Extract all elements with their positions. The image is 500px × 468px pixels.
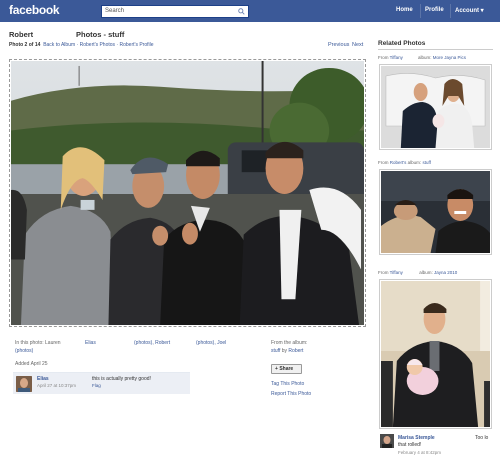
tag-photos: (photos) (15, 348, 33, 354)
related-source-user[interactable]: Tiffany (390, 270, 403, 275)
comment-time: February 4 at 8:42pm (398, 450, 442, 455)
related-source-user[interactable]: Tiffany (390, 55, 403, 60)
main-photo[interactable] (11, 61, 364, 325)
comment-author[interactable]: Elias (37, 376, 49, 382)
album-owner-link[interactable]: Robert (288, 348, 303, 354)
tag-elias: Elias (85, 340, 96, 346)
in-this-photo: In this photo: Lauren (15, 340, 61, 346)
top-navigation-bar: facebook Search Home Profile Account ▾ (0, 0, 500, 22)
related-source: From Tiffany album: Jayna 2010 (378, 270, 458, 275)
report-photo-row: Report This Photo (271, 391, 311, 397)
related-photos-title: Related Photos (378, 40, 426, 47)
owner-profile-link[interactable]: Robert's Profile (119, 42, 153, 48)
divider (378, 49, 493, 50)
photo-count: Photo 2 of 14 (9, 42, 41, 48)
related-photo-image (381, 171, 490, 253)
nav-divider (450, 4, 451, 18)
nav-account[interactable]: Account ▾ (455, 7, 484, 14)
avatar[interactable] (16, 376, 32, 392)
related-source: From Robert's album: stuff (378, 160, 431, 165)
added-date: Added April 25 (15, 361, 48, 367)
tagged-person-link[interactable]: (photos), Joel (196, 340, 226, 346)
facebook-logo[interactable]: facebook (9, 3, 60, 17)
related-source: From Tiffany album: More Jayna Pics (378, 55, 466, 60)
next-link[interactable]: Next (352, 42, 363, 48)
album-link[interactable]: stuff (271, 348, 280, 354)
page-title: Photos - stuff (76, 30, 125, 39)
search-placeholder: Search (105, 8, 125, 14)
comment-time: April 27 at 10:37pm (37, 383, 77, 388)
group-photo-image (11, 61, 364, 325)
share-button[interactable]: + Share (271, 364, 302, 374)
tag-robert: (photos), Robert (134, 340, 170, 346)
from-album-label: From the album: (271, 340, 308, 346)
in-photo-label[interactable]: In this photo: Lauren (15, 340, 61, 346)
nav-profile[interactable]: Profile (425, 7, 444, 13)
main-photo-frame (9, 59, 366, 327)
tagged-photos-link[interactable]: (photos) (15, 348, 33, 354)
tagged-person-link[interactable]: (photos), Robert (134, 340, 170, 346)
related-photo-image (381, 66, 490, 148)
nav-divider (420, 4, 421, 18)
flag-link[interactable]: Flag (92, 383, 101, 388)
related-photo-image (381, 281, 490, 427)
related-photo[interactable] (379, 169, 492, 255)
related-album-link[interactable]: More Jayna Pics (433, 55, 466, 60)
tagged-person-link[interactable]: Elias (85, 340, 96, 346)
previous-link[interactable]: Previous (328, 42, 349, 48)
search-input[interactable]: Search (101, 5, 249, 18)
avatar[interactable] (380, 434, 394, 448)
by-text: by (281, 348, 288, 354)
from-album: stuff by Robert (271, 348, 303, 354)
comment-text: that rolled! (398, 442, 422, 448)
share-label: Share (279, 366, 294, 372)
nav-home[interactable]: Home (396, 7, 413, 13)
breadcrumb: Photo 2 of 14 Back to Album · Robert's P… (9, 42, 154, 48)
album-owner-name[interactable]: Robert (9, 30, 33, 39)
comment: Elias April 27 at 10:37pm this is actual… (13, 372, 190, 394)
owner-photos-link[interactable]: Robert's Photos (80, 42, 115, 48)
related-album-link[interactable]: Jayna 2010 (434, 270, 457, 275)
tag-this-photo-link[interactable]: Tag This Photo (271, 381, 304, 387)
related-photo[interactable] (379, 64, 492, 150)
related-comment: Marisa Stemple that rolled! Too lo Febru… (378, 432, 493, 462)
related-photo[interactable] (379, 279, 492, 429)
tag-photo-row: Tag This Photo (271, 381, 304, 387)
comment-text: this is actually pretty good! (92, 376, 151, 382)
report-this-photo-link[interactable]: Report This Photo (271, 391, 311, 397)
comment-text-suffix: Too lo (475, 435, 489, 441)
tag-joel: (photos), Joel (196, 340, 226, 346)
related-album-link[interactable]: stuff (422, 160, 430, 165)
search-icon[interactable] (238, 8, 245, 15)
related-source-user[interactable]: Robert's (390, 160, 407, 165)
back-to-album-link[interactable]: Back to Album (43, 42, 75, 48)
comment-author[interactable]: Marisa Stemple (398, 435, 435, 441)
